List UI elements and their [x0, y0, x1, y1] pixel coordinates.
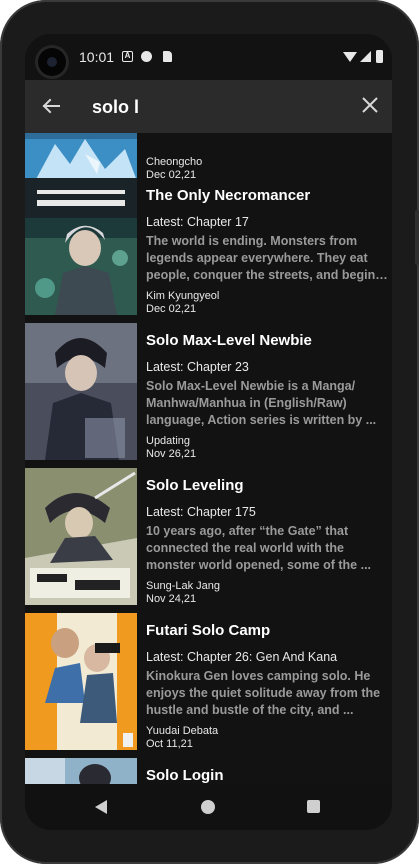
item-date: Nov 26,21: [146, 448, 197, 460]
status-bar: 10:01 A: [25, 34, 392, 80]
item-author: Cheongcho: [146, 156, 203, 168]
nav-back-icon[interactable]: [95, 800, 107, 814]
item-author: Yuudai Debata: [146, 725, 219, 737]
cover-image: [25, 178, 137, 315]
list-item[interactable]: Cheongcho Dec 02,21: [25, 133, 392, 181]
navigation-bar: [25, 784, 392, 830]
item-author: Kim Kyungyeol: [146, 290, 220, 302]
item-title: Solo Leveling: [146, 477, 244, 494]
item-author: Updating: [146, 435, 191, 447]
cover-image: [25, 133, 137, 181]
signal-icon: [360, 51, 371, 62]
item-latest-chapter: Latest: Chapter 26: Gen And Kana: [146, 650, 338, 664]
item-latest-chapter: Latest: Chapter 175: [146, 505, 256, 519]
screen: 10:01 A solo l Cheongcho Dec 02,21 The O…: [25, 34, 392, 830]
search-bar: solo l: [25, 80, 392, 133]
item-author: Sung-Lak Jang: [146, 580, 220, 592]
list-item[interactable]: Futari Solo Camp Latest: Chapter 26: Gen…: [25, 613, 392, 750]
cover-image: [25, 758, 137, 784]
list-item[interactable]: Solo Leveling Latest: Chapter 175 10 yea…: [25, 468, 392, 605]
sd-card-icon: [163, 51, 172, 62]
item-title: Solo Login: [146, 767, 224, 784]
item-date: Dec 02,21: [146, 303, 197, 315]
phone-frame: 10:01 A solo l Cheongcho Dec 02,21 The O…: [0, 0, 419, 864]
item-description: 10 years ago, after “the Gate” that conn…: [146, 524, 372, 572]
a-badge-icon: A: [122, 51, 133, 62]
nav-home-icon[interactable]: [201, 800, 215, 814]
search-input[interactable]: solo l: [92, 97, 139, 118]
battery-icon: [376, 50, 383, 63]
item-title: The Only Necromancer: [146, 187, 311, 204]
cover-image: [25, 468, 137, 605]
item-date: Nov 24,21: [146, 593, 197, 605]
item-description: Kinokura Gen loves camping solo. He enjo…: [146, 669, 381, 717]
wifi-icon: [343, 52, 357, 62]
item-title: Solo Max-Level Newbie: [146, 332, 312, 349]
item-latest-chapter: Latest: Chapter 17: [146, 215, 249, 229]
item-description: Solo Max-Level Newbie is a Manga/ Manhwa…: [146, 379, 377, 427]
nav-recents-icon[interactable]: [307, 800, 320, 813]
results-list[interactable]: Cheongcho Dec 02,21 The Only Necromancer…: [25, 133, 392, 784]
item-description: The world is ending. Monsters from legen…: [146, 234, 376, 282]
item-latest-chapter: Latest: Chapter 23: [146, 360, 249, 374]
cover-image: [25, 613, 137, 750]
list-item[interactable]: Solo Max-Level Newbie Latest: Chapter 23…: [25, 323, 392, 460]
item-date: Oct 11,21: [146, 738, 193, 750]
power-button: [415, 210, 419, 265]
close-icon[interactable]: [358, 93, 382, 117]
status-time: 10:01: [79, 49, 115, 65]
list-item[interactable]: The Only Necromancer Latest: Chapter 17 …: [25, 178, 392, 315]
list-item[interactable]: Solo Login: [25, 758, 392, 784]
arrow-left-icon[interactable]: [37, 92, 65, 120]
pie-icon: [141, 51, 152, 62]
item-title: Futari Solo Camp: [146, 622, 271, 639]
cover-image: [25, 323, 137, 460]
front-camera: [38, 48, 66, 76]
